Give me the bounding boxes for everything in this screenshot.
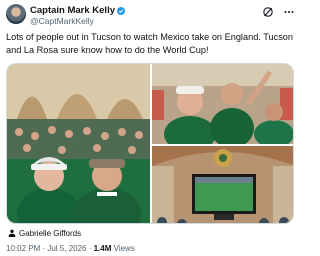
views-count: 1.4M	[93, 244, 112, 253]
photo-crowd-selfie[interactable]	[7, 64, 150, 223]
photo-cheering-fans[interactable]	[152, 64, 293, 144]
more-icon[interactable]	[283, 6, 295, 18]
tagged-user[interactable]: Gabrielle Giffords	[8, 228, 81, 238]
author-handle[interactable]: @CaptMarkKelly	[30, 16, 94, 26]
tweet-text: Lots of people out in Tucson to watch Me…	[6, 31, 294, 57]
tweet-date[interactable]: Jul 5, 2026	[47, 244, 86, 253]
photo-watch-party-screen[interactable]	[152, 146, 293, 223]
media-grid	[6, 63, 294, 224]
tweet-header: Captain Mark Kelly @CaptMarkKelly	[6, 4, 294, 26]
tweet-text-line-1: Lots of people out in Tucson to watch Me…	[6, 32, 294, 42]
person-icon	[8, 229, 16, 237]
tagged-user-name: Gabrielle Giffords	[19, 228, 82, 238]
verified-badge-icon	[117, 6, 125, 15]
author-name-row: Captain Mark Kelly	[30, 5, 125, 16]
author-name[interactable]: Captain Mark Kelly	[30, 5, 115, 16]
tweet-meta: 10:02 PM · Jul 5, 2026 · 1.4M Views	[6, 244, 135, 254]
meta-separator-2: ·	[86, 244, 94, 253]
tweet-time[interactable]: 10:02 PM	[6, 244, 40, 253]
author-avatar[interactable]	[6, 4, 26, 24]
tweet-text-line-2: and La Rosa sure know how to do the Worl…	[6, 45, 209, 55]
views-label: Views	[111, 244, 135, 253]
grok-icon[interactable]	[262, 6, 274, 18]
